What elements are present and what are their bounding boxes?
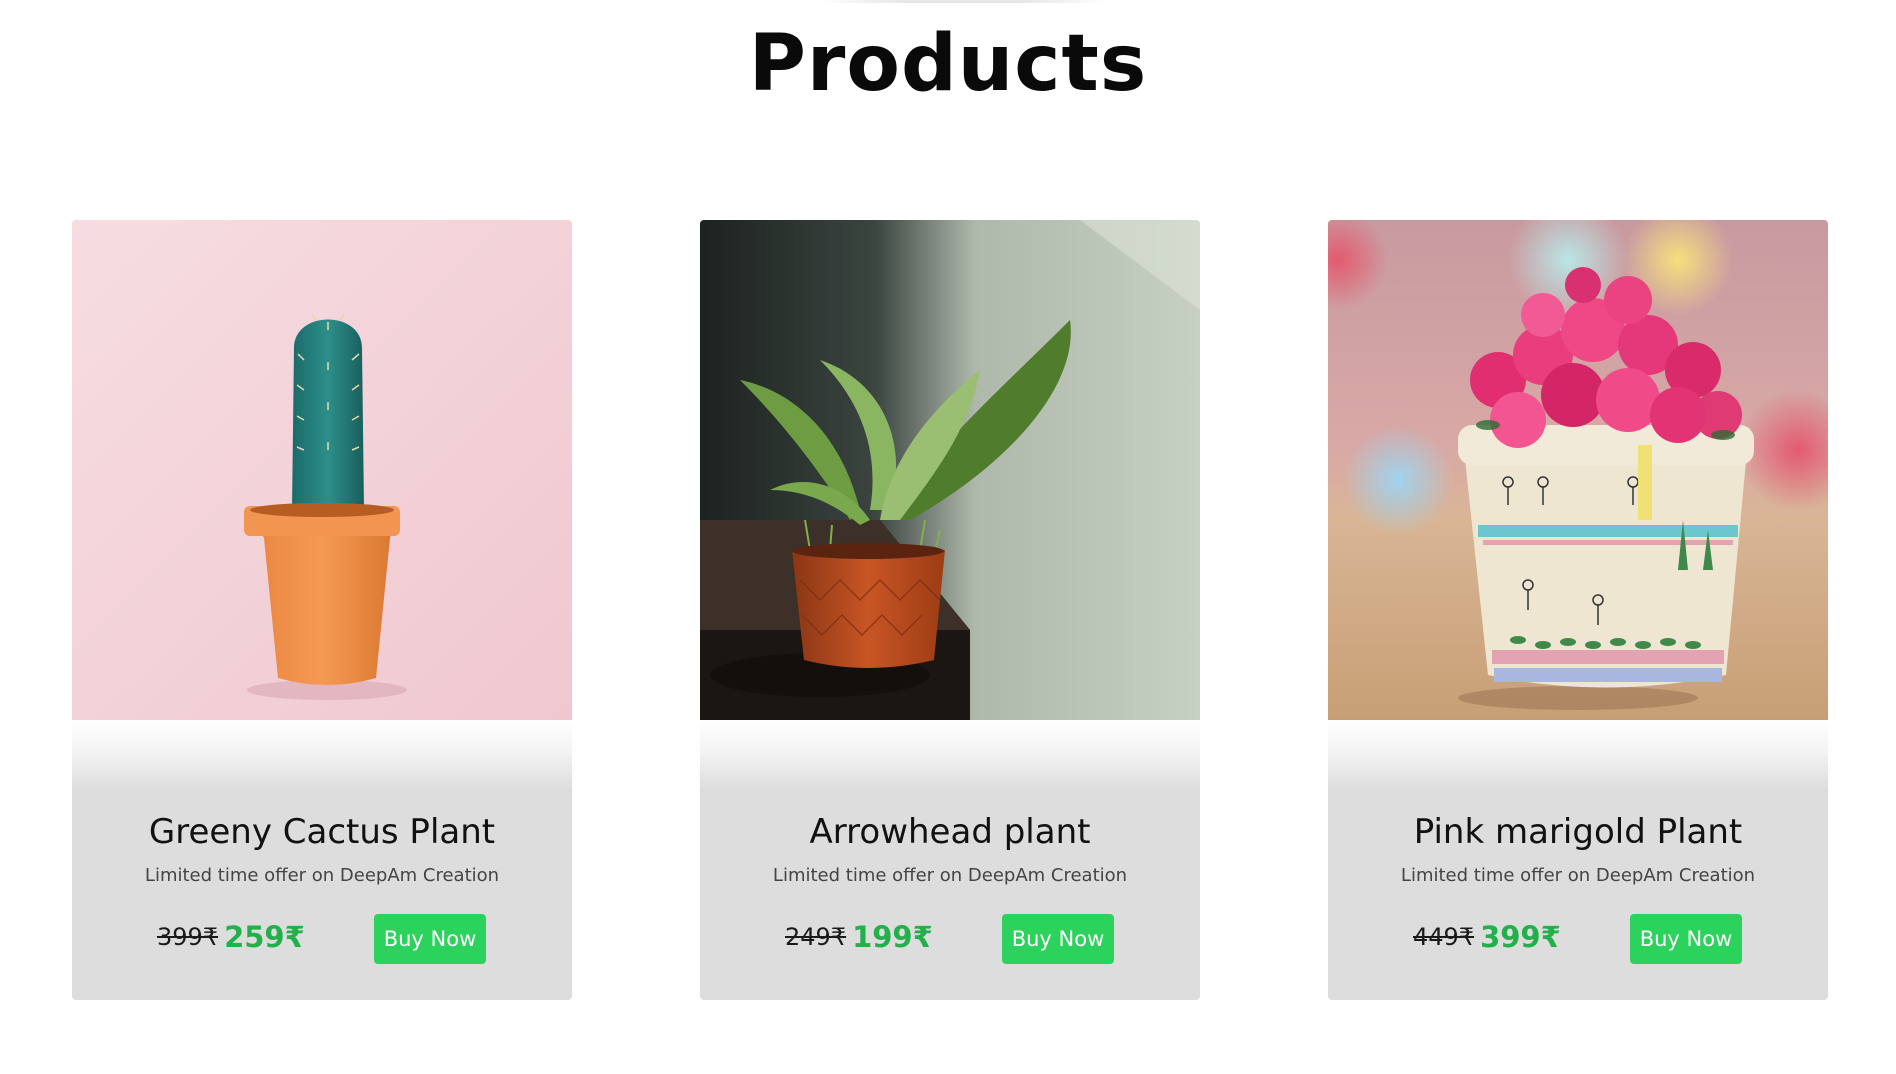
card-fade — [1328, 720, 1828, 790]
product-title: Pink marigold Plant — [1413, 812, 1743, 852]
product-card-marigold: Pink marigold Plant Limited time offer o… — [1328, 220, 1828, 1000]
cactus-image — [72, 220, 572, 720]
product-title: Greeny Cactus Plant — [148, 812, 496, 852]
card-body: Pink marigold Plant Limited time offer o… — [1328, 790, 1828, 1000]
product-subtitle: Limited time offer on DeepAm Creation — [1400, 865, 1756, 886]
card-fade — [72, 720, 572, 790]
card-fade — [700, 720, 1200, 790]
new-price: 399₹ — [1480, 920, 1561, 954]
product-card-arrowhead: Arrowhead plant Limited time offer on De… — [700, 220, 1200, 1000]
new-price: 199₹ — [852, 920, 933, 954]
page-title: Products — [748, 19, 1148, 109]
products-page: Products Greeny Cactus Plant Limited tim… — [0, 0, 1896, 1074]
product-subtitle: Limited time offer on DeepAm Creation — [144, 865, 500, 886]
new-price: 259₹ — [224, 920, 305, 954]
product-image-arrowhead[interactable] — [700, 220, 1200, 720]
arrowhead-image — [700, 220, 1200, 720]
card-body: Arrowhead plant Limited time offer on De… — [700, 790, 1200, 1000]
buy-now-button[interactable]: Buy Now — [1630, 914, 1742, 964]
price-row: 399₹ 259₹ — [157, 912, 305, 962]
buy-now-button[interactable]: Buy Now — [1002, 914, 1114, 964]
old-price: 399₹ — [157, 923, 219, 951]
product-image-marigold[interactable] — [1328, 220, 1828, 720]
product-image-cactus[interactable] — [72, 220, 572, 720]
price-row: 449₹ 399₹ — [1413, 912, 1561, 962]
top-divider — [818, 0, 1108, 3]
buy-now-button[interactable]: Buy Now — [374, 914, 486, 964]
product-subtitle: Limited time offer on DeepAm Creation — [772, 865, 1128, 886]
product-title: Arrowhead plant — [809, 812, 1091, 852]
old-price: 249₹ — [785, 923, 847, 951]
product-card-cactus: Greeny Cactus Plant Limited time offer o… — [72, 220, 572, 1000]
card-body: Greeny Cactus Plant Limited time offer o… — [72, 790, 572, 1000]
marigold-image — [1328, 220, 1828, 720]
old-price: 449₹ — [1413, 923, 1475, 951]
price-row: 249₹ 199₹ — [785, 912, 933, 962]
